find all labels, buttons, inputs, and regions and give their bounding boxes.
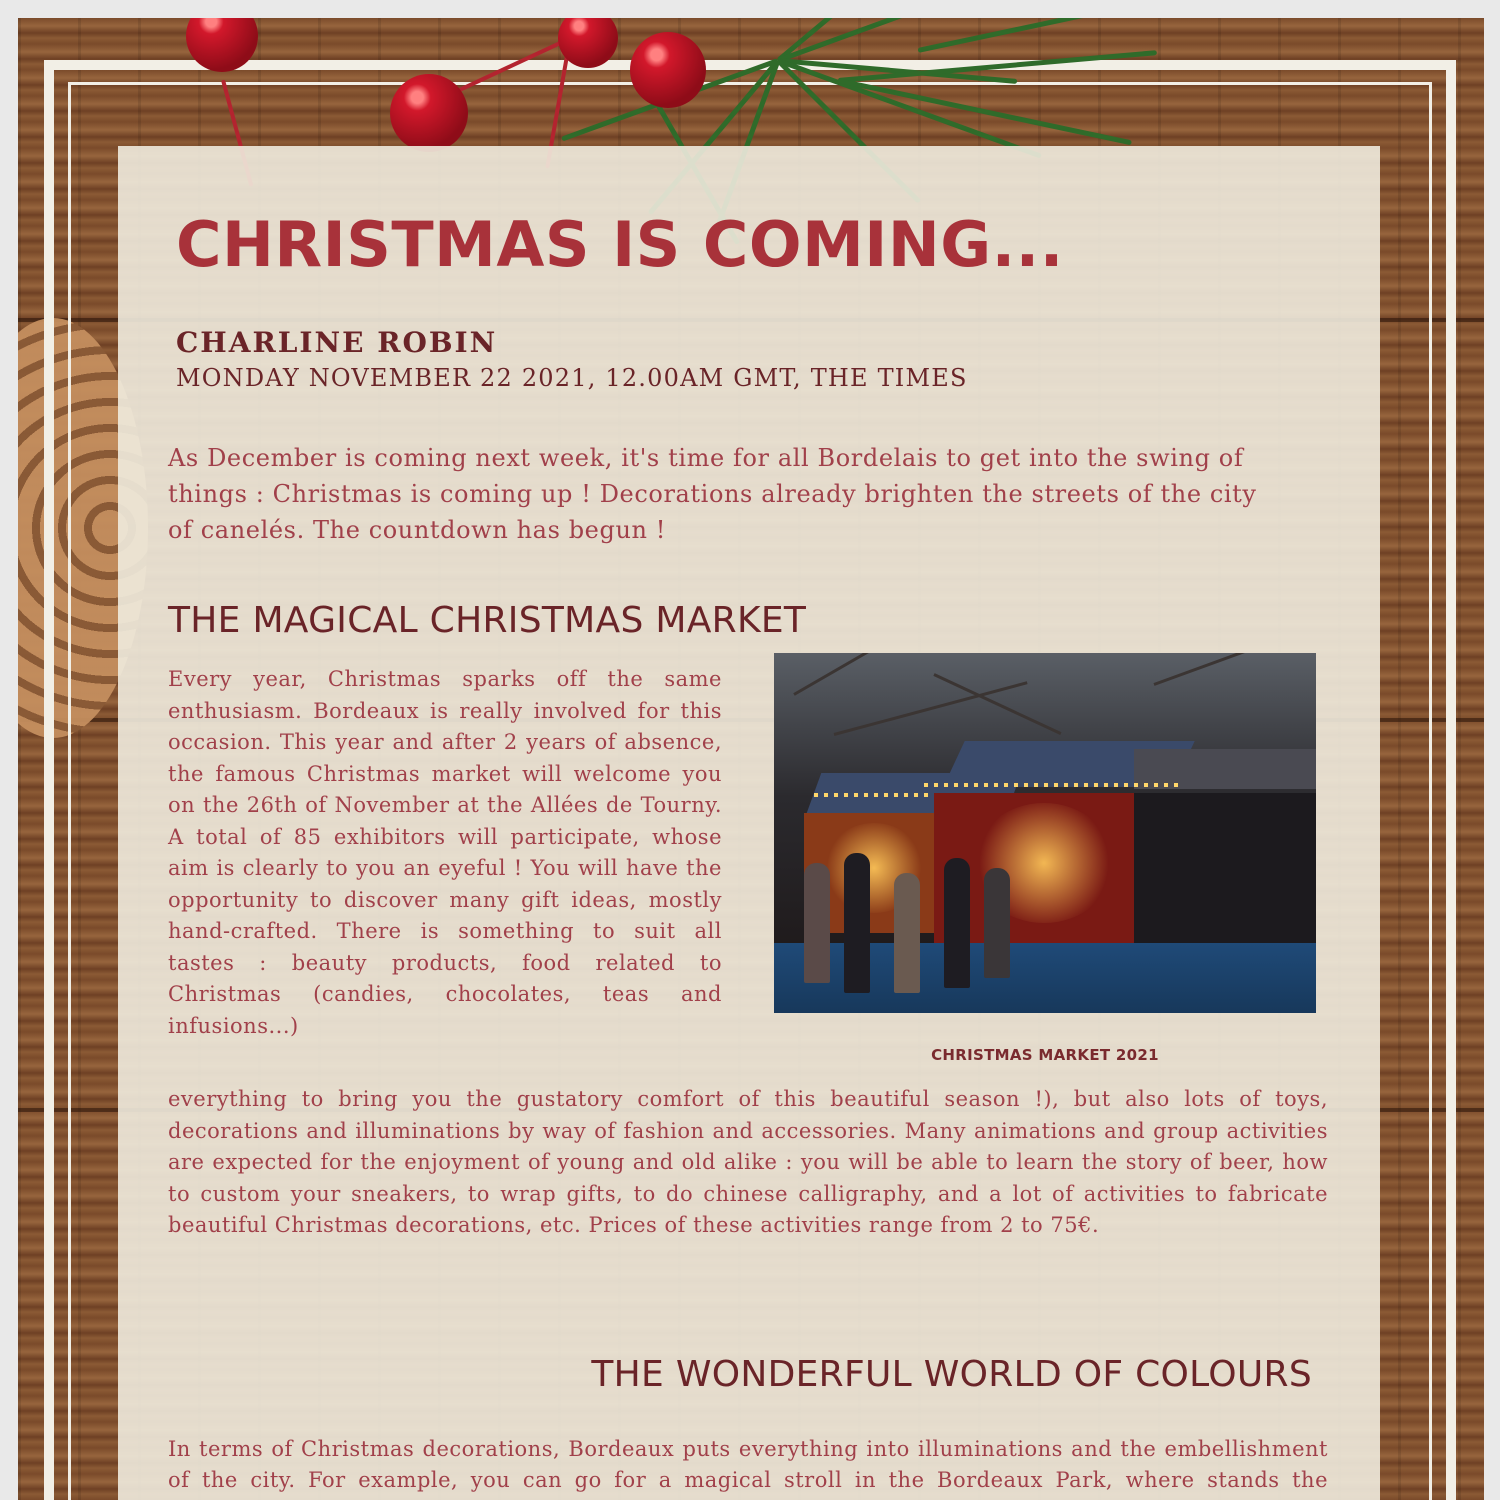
article-dateline: MONDAY NOVEMBER 22 2021, 12.00AM GMT, TH… (176, 364, 968, 392)
christmas-market-photo (774, 653, 1316, 1013)
red-berry-icon (630, 32, 706, 108)
photo-caption: CHRISTMAS MARKET 2021 (931, 1046, 1159, 1064)
article-title: CHRISTMAS IS COMING... (176, 208, 1064, 281)
newsletter-page: CHRISTMAS IS COMING... CHARLINE ROBIN MO… (18, 18, 1484, 1500)
lead-paragraph: As December is coming next week, it's ti… (168, 444, 1257, 544)
red-berry-icon (390, 74, 468, 152)
section-heading-christmas-market: THE MAGICAL CHRISTMAS MARKET (168, 600, 807, 641)
section-heading-world-of-colours: THE WONDERFUL WORLD OF COLOURS (591, 1354, 1312, 1395)
market-continued-paragraph: everything to bring you the gustatory co… (168, 1087, 1328, 1237)
market-column-paragraph: Every year, Christmas sparks off the sam… (168, 667, 722, 1038)
colours-paragraph: In terms of Christmas decorations, Borde… (168, 1437, 1328, 1500)
article-author: CHARLINE ROBIN (176, 326, 498, 359)
